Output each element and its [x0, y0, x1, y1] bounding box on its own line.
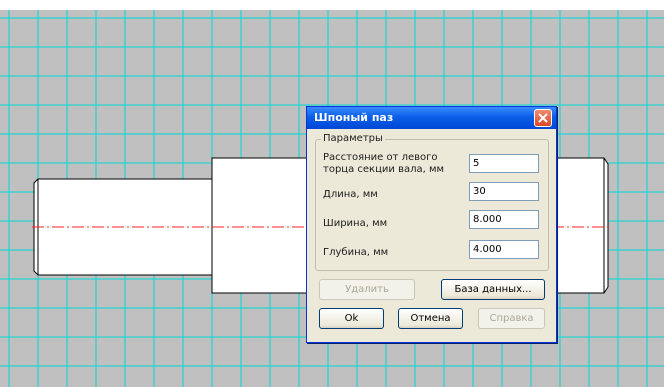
- database-button[interactable]: База данных...: [441, 279, 545, 300]
- width-label: Ширина, мм: [323, 218, 388, 229]
- ok-button[interactable]: Ok: [319, 308, 384, 329]
- close-icon: [538, 113, 548, 123]
- length-label: Длина, мм: [323, 189, 378, 200]
- parameters-group-label: Параметры: [321, 133, 385, 144]
- offset-label-line2: торца секции вала, мм: [323, 164, 445, 175]
- length-field[interactable]: [469, 182, 539, 201]
- keyway-dialog: Шпоный паз Параметры Расстояние от левог…: [306, 106, 557, 343]
- offset-label: Расстояние от левого торца секции вала, …: [323, 152, 444, 176]
- offset-field[interactable]: [469, 154, 539, 173]
- top-strip: [0, 0, 664, 10]
- dialog-title-bar[interactable]: Шпоный паз: [307, 107, 556, 129]
- help-button[interactable]: Справка: [478, 308, 545, 329]
- width-field[interactable]: [469, 210, 539, 229]
- close-button[interactable]: [534, 109, 552, 127]
- depth-field[interactable]: [469, 240, 539, 259]
- offset-label-line1: Расстояние от левого: [323, 152, 438, 163]
- depth-label: Глубина, мм: [323, 247, 389, 258]
- delete-button[interactable]: Удалить: [319, 279, 415, 300]
- cancel-button[interactable]: Отмена: [398, 308, 463, 329]
- dialog-title: Шпоный паз: [314, 111, 394, 124]
